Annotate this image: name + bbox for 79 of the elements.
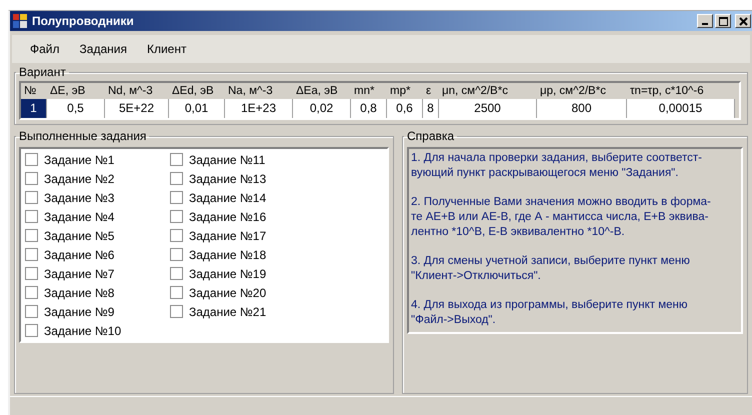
column-header: ΔEd, эВ (171, 84, 215, 99)
help-paragraph: 2. Полученные Вами значения можно вводить в форма- те АЕ+В или АЕ-В, где А - мантисса числа, Е+В эквива- лентно *10^В, Е-В эквивалентно *10^-В. (411, 195, 712, 240)
checkbox[interactable] (170, 248, 183, 261)
checkbox[interactable] (170, 191, 183, 204)
column-header: ΔE, эВ (49, 84, 86, 99)
checkbox-label: Задание №2 (44, 172, 114, 186)
table-cell: 1 (21, 99, 47, 118)
column-header: Nd, м^-3 (107, 84, 154, 99)
maximize-icon (718, 16, 728, 26)
group-title: Вариант (18, 65, 67, 79)
table-cell: 800 (537, 99, 627, 118)
checkbox-label: Задание №13 (189, 172, 266, 186)
column-header: № (23, 84, 38, 99)
table-cell: 0,8 (351, 99, 387, 118)
checkbox-label: Задание №5 (44, 228, 114, 242)
checkbox-label: Задание №6 (44, 248, 114, 262)
table-cell: 2500 (439, 99, 537, 118)
table-cell: 0,01 (169, 99, 225, 118)
checkbox-label: Задание №11 (189, 152, 266, 166)
checkbox-label: Задание №19 (189, 266, 266, 280)
column-header: τn=τp, с*10^-6 (629, 84, 705, 99)
maximize-button[interactable] (715, 14, 731, 28)
checkbox[interactable] (25, 305, 38, 318)
menu-item[interactable]: Задания (72, 40, 135, 58)
checkbox-label: Задание №20 (189, 286, 266, 300)
column-header: μn, см^2/В*с (441, 84, 509, 99)
table-cell: 1E+23 (225, 99, 293, 118)
column-header: mp* (389, 84, 412, 99)
checkbox[interactable] (170, 286, 183, 299)
window-title: Полупроводники (32, 14, 134, 28)
checkbox-label: Задание №9 (44, 304, 114, 318)
checkbox[interactable] (25, 248, 38, 261)
group-title: Выполненные задания (18, 129, 148, 143)
close-button[interactable] (735, 14, 751, 28)
table-cell: 0,02 (293, 99, 351, 118)
group-title: Справка (406, 129, 456, 143)
checkbox[interactable] (25, 229, 38, 242)
checkbox-label: Задание №21 (189, 304, 266, 318)
menu-item[interactable]: Файл (22, 40, 68, 58)
checkbox-label: Задание №18 (189, 248, 266, 262)
checkbox-label: Задание №1 (44, 152, 114, 166)
checkbox[interactable] (25, 324, 38, 337)
checkbox[interactable] (170, 172, 183, 185)
table-cell: 0,5 (47, 99, 105, 118)
checkbox[interactable] (170, 153, 183, 166)
help-paragraph: 4. Для выхода из программы, выберите пункт меню "Файл->Выход". (411, 298, 689, 328)
checkbox[interactable] (25, 153, 38, 166)
checkbox-label: Задание №16 (189, 210, 266, 224)
column-header: Na, м^-3 (227, 84, 274, 99)
table-cell: 0,6 (387, 99, 423, 118)
column-header: μp, см^2/В*с (539, 84, 607, 99)
checkbox-label: Задание №3 (44, 190, 114, 204)
checkbox-label: Задание №7 (44, 266, 114, 280)
checkbox[interactable] (170, 229, 183, 242)
table-cell: 5E+22 (105, 99, 169, 118)
checkbox[interactable] (170, 305, 183, 318)
checkbox-label: Задание №8 (44, 286, 114, 300)
checkbox-label: Задание №10 (44, 324, 122, 338)
menu-item[interactable]: Клиент (138, 40, 194, 58)
checkbox-label: Задание №14 (189, 190, 266, 204)
table-cell: 8 (423, 99, 439, 118)
checkbox[interactable] (25, 267, 38, 280)
column-header: mn* (353, 84, 376, 99)
checkbox[interactable] (170, 267, 183, 280)
column-header: ε (425, 84, 432, 99)
table-cell: 0,00015 (627, 99, 735, 118)
minimize-button[interactable] (697, 14, 713, 28)
checkbox-label: Задание №17 (189, 228, 266, 242)
app-icon (12, 13, 28, 29)
close-icon (738, 16, 748, 26)
help-paragraph: 3. Для смены учетной записи, выберите пункт меню "Клиент->Отключиться". (411, 254, 691, 284)
checkbox[interactable] (25, 210, 38, 223)
checkbox[interactable] (25, 191, 38, 204)
checkbox[interactable] (25, 172, 38, 185)
checkbox-label: Задание №4 (44, 210, 114, 224)
column-header: ΔEa, эВ (295, 84, 339, 99)
checkbox[interactable] (25, 286, 38, 299)
help-paragraph: 1. Для начала проверки задания, выберите соответст- вующий пункт раскрывающегося меню "Задания". (411, 151, 703, 181)
checkbox[interactable] (170, 210, 183, 223)
